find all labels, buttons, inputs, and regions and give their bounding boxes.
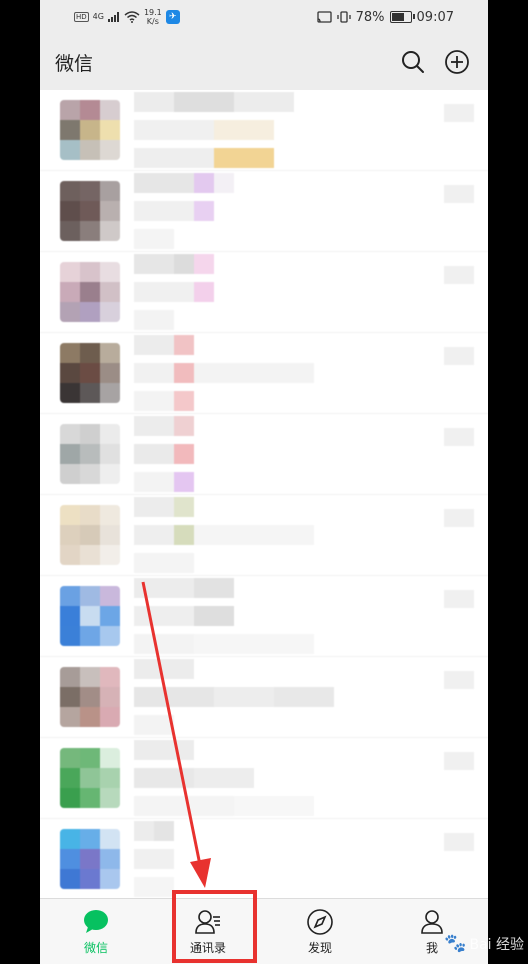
battery-icon — [389, 11, 415, 23]
chat-list-item[interactable] — [40, 495, 488, 576]
search-icon[interactable] — [400, 49, 426, 75]
cast-icon — [316, 11, 332, 23]
wifi-icon — [124, 11, 140, 23]
status-time: 09:07 — [416, 9, 454, 25]
tab-label: 我 — [425, 941, 438, 955]
chat-bubble-icon — [84, 910, 108, 933]
avatar — [60, 181, 120, 241]
chat-list[interactable] — [40, 90, 488, 898]
phone-screen: HD 4G 19.1 K/s ✈ 78% 09:07 微信 微信 通讯录 发现 … — [40, 0, 488, 964]
chat-time — [444, 185, 474, 203]
chat-list-item[interactable] — [40, 333, 488, 414]
chat-list-item[interactable] — [40, 414, 488, 495]
avatar — [60, 505, 120, 565]
paw-icon: 🐾 — [444, 933, 467, 954]
hd-badge: HD — [74, 12, 89, 22]
watermark-text: Bai 经验 — [469, 936, 524, 953]
tab-label: 发现 — [307, 941, 332, 955]
vibrate-icon — [336, 11, 351, 23]
chat-list-item[interactable] — [40, 252, 488, 333]
avatar — [60, 586, 120, 646]
person-icon — [421, 910, 443, 934]
chat-preview — [134, 335, 488, 411]
speed-unit: K/s — [146, 17, 159, 26]
chat-preview — [134, 821, 488, 897]
chat-list-item[interactable] — [40, 738, 488, 819]
tab-contacts[interactable]: 通讯录 — [152, 899, 264, 964]
avatar — [60, 262, 120, 322]
chat-time — [444, 266, 474, 284]
chat-preview — [134, 416, 488, 492]
chat-time — [444, 347, 474, 365]
avatar — [60, 667, 120, 727]
chat-time — [444, 752, 474, 770]
chat-time — [444, 671, 474, 689]
chat-preview — [134, 92, 488, 168]
tab-discover[interactable]: 发现 — [264, 899, 376, 964]
chat-time — [444, 428, 474, 446]
chat-time — [444, 833, 474, 851]
tab-me[interactable]: 我 — [376, 899, 488, 964]
chat-preview — [134, 497, 488, 573]
title-bar: 微信 — [40, 34, 488, 90]
network-speed: 19.1 K/s — [144, 8, 162, 26]
speed-value: 19.1 — [143, 8, 162, 17]
battery-percent: 78% — [355, 9, 385, 25]
chat-preview — [134, 659, 488, 735]
chat-preview — [134, 740, 488, 816]
signal-icon — [107, 12, 119, 22]
title-actions — [400, 49, 488, 75]
notification-app-icon: ✈ — [165, 10, 180, 24]
page-title: 微信 — [55, 52, 94, 75]
avatar — [60, 829, 120, 889]
status-right: 78% 09:07 — [316, 9, 488, 25]
chat-time — [444, 509, 474, 527]
battery-fill — [391, 13, 404, 21]
chat-list-item[interactable] — [40, 819, 488, 898]
avatar — [60, 424, 120, 484]
add-icon[interactable] — [444, 49, 470, 75]
chat-preview — [134, 254, 488, 330]
network-type: 4G — [92, 12, 104, 21]
avatar — [60, 748, 120, 808]
chat-list-item[interactable] — [40, 576, 488, 657]
tab-label: 通讯录 — [189, 941, 226, 955]
chat-list-item[interactable] — [40, 657, 488, 738]
chat-time — [444, 590, 474, 608]
contacts-icon — [195, 910, 220, 934]
status-left: HD 4G 19.1 K/s ✈ — [40, 8, 180, 26]
tab-chats[interactable]: 微信 — [40, 899, 152, 964]
tab-label: 微信 — [83, 941, 108, 955]
chat-preview — [134, 173, 488, 249]
status-bar: HD 4G 19.1 K/s ✈ 78% 09:07 — [40, 0, 488, 34]
chat-preview — [134, 578, 488, 654]
compass-icon — [307, 909, 333, 935]
avatar — [60, 100, 120, 160]
chat-list-item[interactable] — [40, 90, 488, 171]
avatar — [60, 343, 120, 403]
bottom-tab-bar: 微信 通讯录 发现 我 — [40, 898, 488, 964]
chat-time — [444, 104, 474, 122]
chat-list-item[interactable] — [40, 171, 488, 252]
watermark: 🐾 Bai 经验 — [444, 933, 524, 954]
